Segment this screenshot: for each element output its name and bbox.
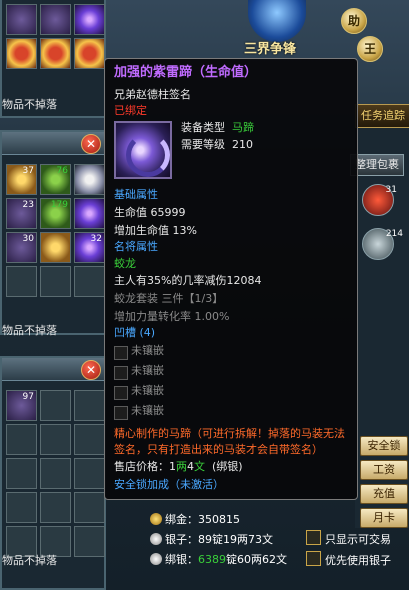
inventory-grid: 97	[6, 390, 105, 557]
silver-icon	[150, 553, 162, 565]
socket-label: 未镶嵌	[131, 404, 164, 417]
silver-icon	[150, 533, 162, 545]
inventory-slot[interactable]: 23	[6, 198, 37, 229]
task-track-button[interactable]: 任务追踪	[355, 104, 409, 128]
no-drop-label: 物品不掉落	[2, 554, 57, 567]
gift-box-icon[interactable]	[40, 38, 71, 69]
safety-lock-button[interactable]: 安全锁	[360, 436, 408, 456]
inventory-slot[interactable]	[6, 424, 37, 455]
inventory-slot[interactable]	[6, 458, 37, 489]
close-icon[interactable]: ✕	[81, 360, 101, 380]
inventory-grid	[6, 4, 105, 69]
tradable-only-checkbox[interactable]: 只显示可交易	[306, 530, 391, 547]
socket-label: 未镶嵌	[131, 364, 164, 377]
close-icon[interactable]: ✕	[81, 134, 101, 154]
inventory-slot[interactable]	[6, 492, 37, 523]
banner-title: 三界争锋	[244, 42, 297, 57]
base-attr-title: 基础属性	[114, 188, 158, 201]
inventory-slot[interactable]: 76	[40, 164, 71, 195]
socket-label: 未镶嵌	[131, 384, 164, 397]
gold-icon	[150, 513, 162, 525]
socket-label: 未镶嵌	[131, 344, 164, 357]
socket-icon	[114, 386, 128, 400]
item-signature: 兄弟赵德柱签名	[114, 88, 191, 101]
set-line: 蛟龙套装 三件【1/3】	[114, 292, 224, 305]
equip-type-row: 装备类型 马蹄	[181, 121, 254, 134]
inventory-slot[interactable]	[74, 424, 105, 455]
bind-gold-row: 绑金：350815	[150, 511, 240, 527]
set-extra: 增加力量转化率 1.00%	[114, 310, 230, 323]
ghost-icon[interactable]	[74, 164, 105, 195]
hp-value: 生命值 65999	[114, 206, 186, 219]
silver-row: 银子：89锭19两73文	[150, 531, 273, 547]
inventory-slot[interactable]	[74, 458, 105, 489]
inventory-slot[interactable]	[74, 492, 105, 523]
no-drop-label: 物品不掉落	[2, 98, 57, 111]
inventory-slot[interactable]: 37	[6, 164, 37, 195]
item-slot[interactable]: 31	[362, 184, 397, 216]
gift-box-icon[interactable]	[74, 38, 105, 69]
famous-name: 蛟龙	[114, 257, 136, 270]
inventory-slot[interactable]	[40, 4, 71, 35]
inventory-slot[interactable]	[40, 424, 71, 455]
bound-status: 已绑定	[114, 104, 147, 117]
inventory-slot[interactable]: 97	[6, 390, 37, 421]
sell-price: 售店价格：1两4文 (绑银)	[114, 460, 243, 473]
inventory-slot[interactable]	[6, 4, 37, 35]
safety-lock-bonus: 安全锁加成（未激活）	[114, 478, 224, 491]
inventory-slot[interactable]	[74, 266, 105, 297]
no-drop-label: 物品不掉落	[2, 324, 57, 337]
inventory-slot[interactable]: 179	[40, 198, 71, 229]
item-slot[interactable]: 214	[362, 228, 403, 260]
inventory-slot[interactable]	[74, 4, 105, 35]
king-button[interactable]: 王	[357, 36, 383, 62]
wage-button[interactable]: 工资	[360, 460, 408, 480]
checkbox-icon[interactable]	[306, 551, 321, 566]
inventory-slot[interactable]	[74, 390, 105, 421]
famous-desc: 主人有35%的几率减伤12084	[114, 274, 262, 287]
monthly-card-button[interactable]: 月卡	[360, 508, 408, 528]
inventory-slot[interactable]	[40, 266, 71, 297]
recharge-button[interactable]: 充值	[360, 484, 408, 504]
socket-icon	[114, 346, 128, 360]
inventory-slot[interactable]: 30	[6, 232, 37, 263]
gift-box-icon[interactable]	[6, 38, 37, 69]
item-description: 精心制作的马蹄（可进行拆解！掉落的马装无法签名，只有打造出来的马装才会自带签名）	[114, 427, 345, 456]
inventory-panel-bottom: ✕ 97 物品不掉落	[0, 356, 106, 590]
inventory-slot[interactable]	[40, 458, 71, 489]
slot-title: 凹槽 (4)	[114, 326, 156, 339]
famous-attr-title: 名将属性	[114, 240, 158, 253]
required-level-row: 需要等级 210	[181, 138, 253, 151]
inventory-panel-middle: ✕ 37 76 23 179 30 32 物品不掉落	[0, 130, 106, 337]
help-button[interactable]: 助	[341, 8, 367, 34]
orb-icon[interactable]	[74, 198, 105, 229]
item-tooltip: 加强的紫雷蹄（生命值） 兄弟赵德柱签名 已绑定 装备类型 马蹄 需要等级 210…	[104, 58, 358, 500]
inventory-slot[interactable]	[40, 232, 71, 263]
inventory-slot[interactable]	[40, 492, 71, 523]
inventory-slot[interactable]	[6, 266, 37, 297]
inventory-panel-top: 物品不掉落	[0, 0, 106, 118]
hp-increase: 增加生命值 13%	[114, 224, 197, 237]
checkbox-icon[interactable]	[306, 530, 321, 545]
inventory-slot[interactable]	[74, 526, 105, 557]
inventory-slot[interactable]: 32	[74, 232, 105, 263]
prefer-silver-checkbox[interactable]: 优先使用银子	[306, 551, 391, 568]
socket-icon	[114, 406, 128, 420]
inventory-grid: 37 76 23 179 30 32	[6, 164, 105, 297]
horseshoe-icon	[114, 121, 172, 179]
inventory-slot[interactable]	[40, 390, 71, 421]
socket-icon	[114, 366, 128, 380]
item-name: 加强的紫雷蹄（生命值）	[114, 65, 258, 80]
organize-bag-button[interactable]: 整理包裹	[350, 154, 404, 176]
bind-silver-row: 绑银：6389锭60两62文	[150, 551, 287, 567]
